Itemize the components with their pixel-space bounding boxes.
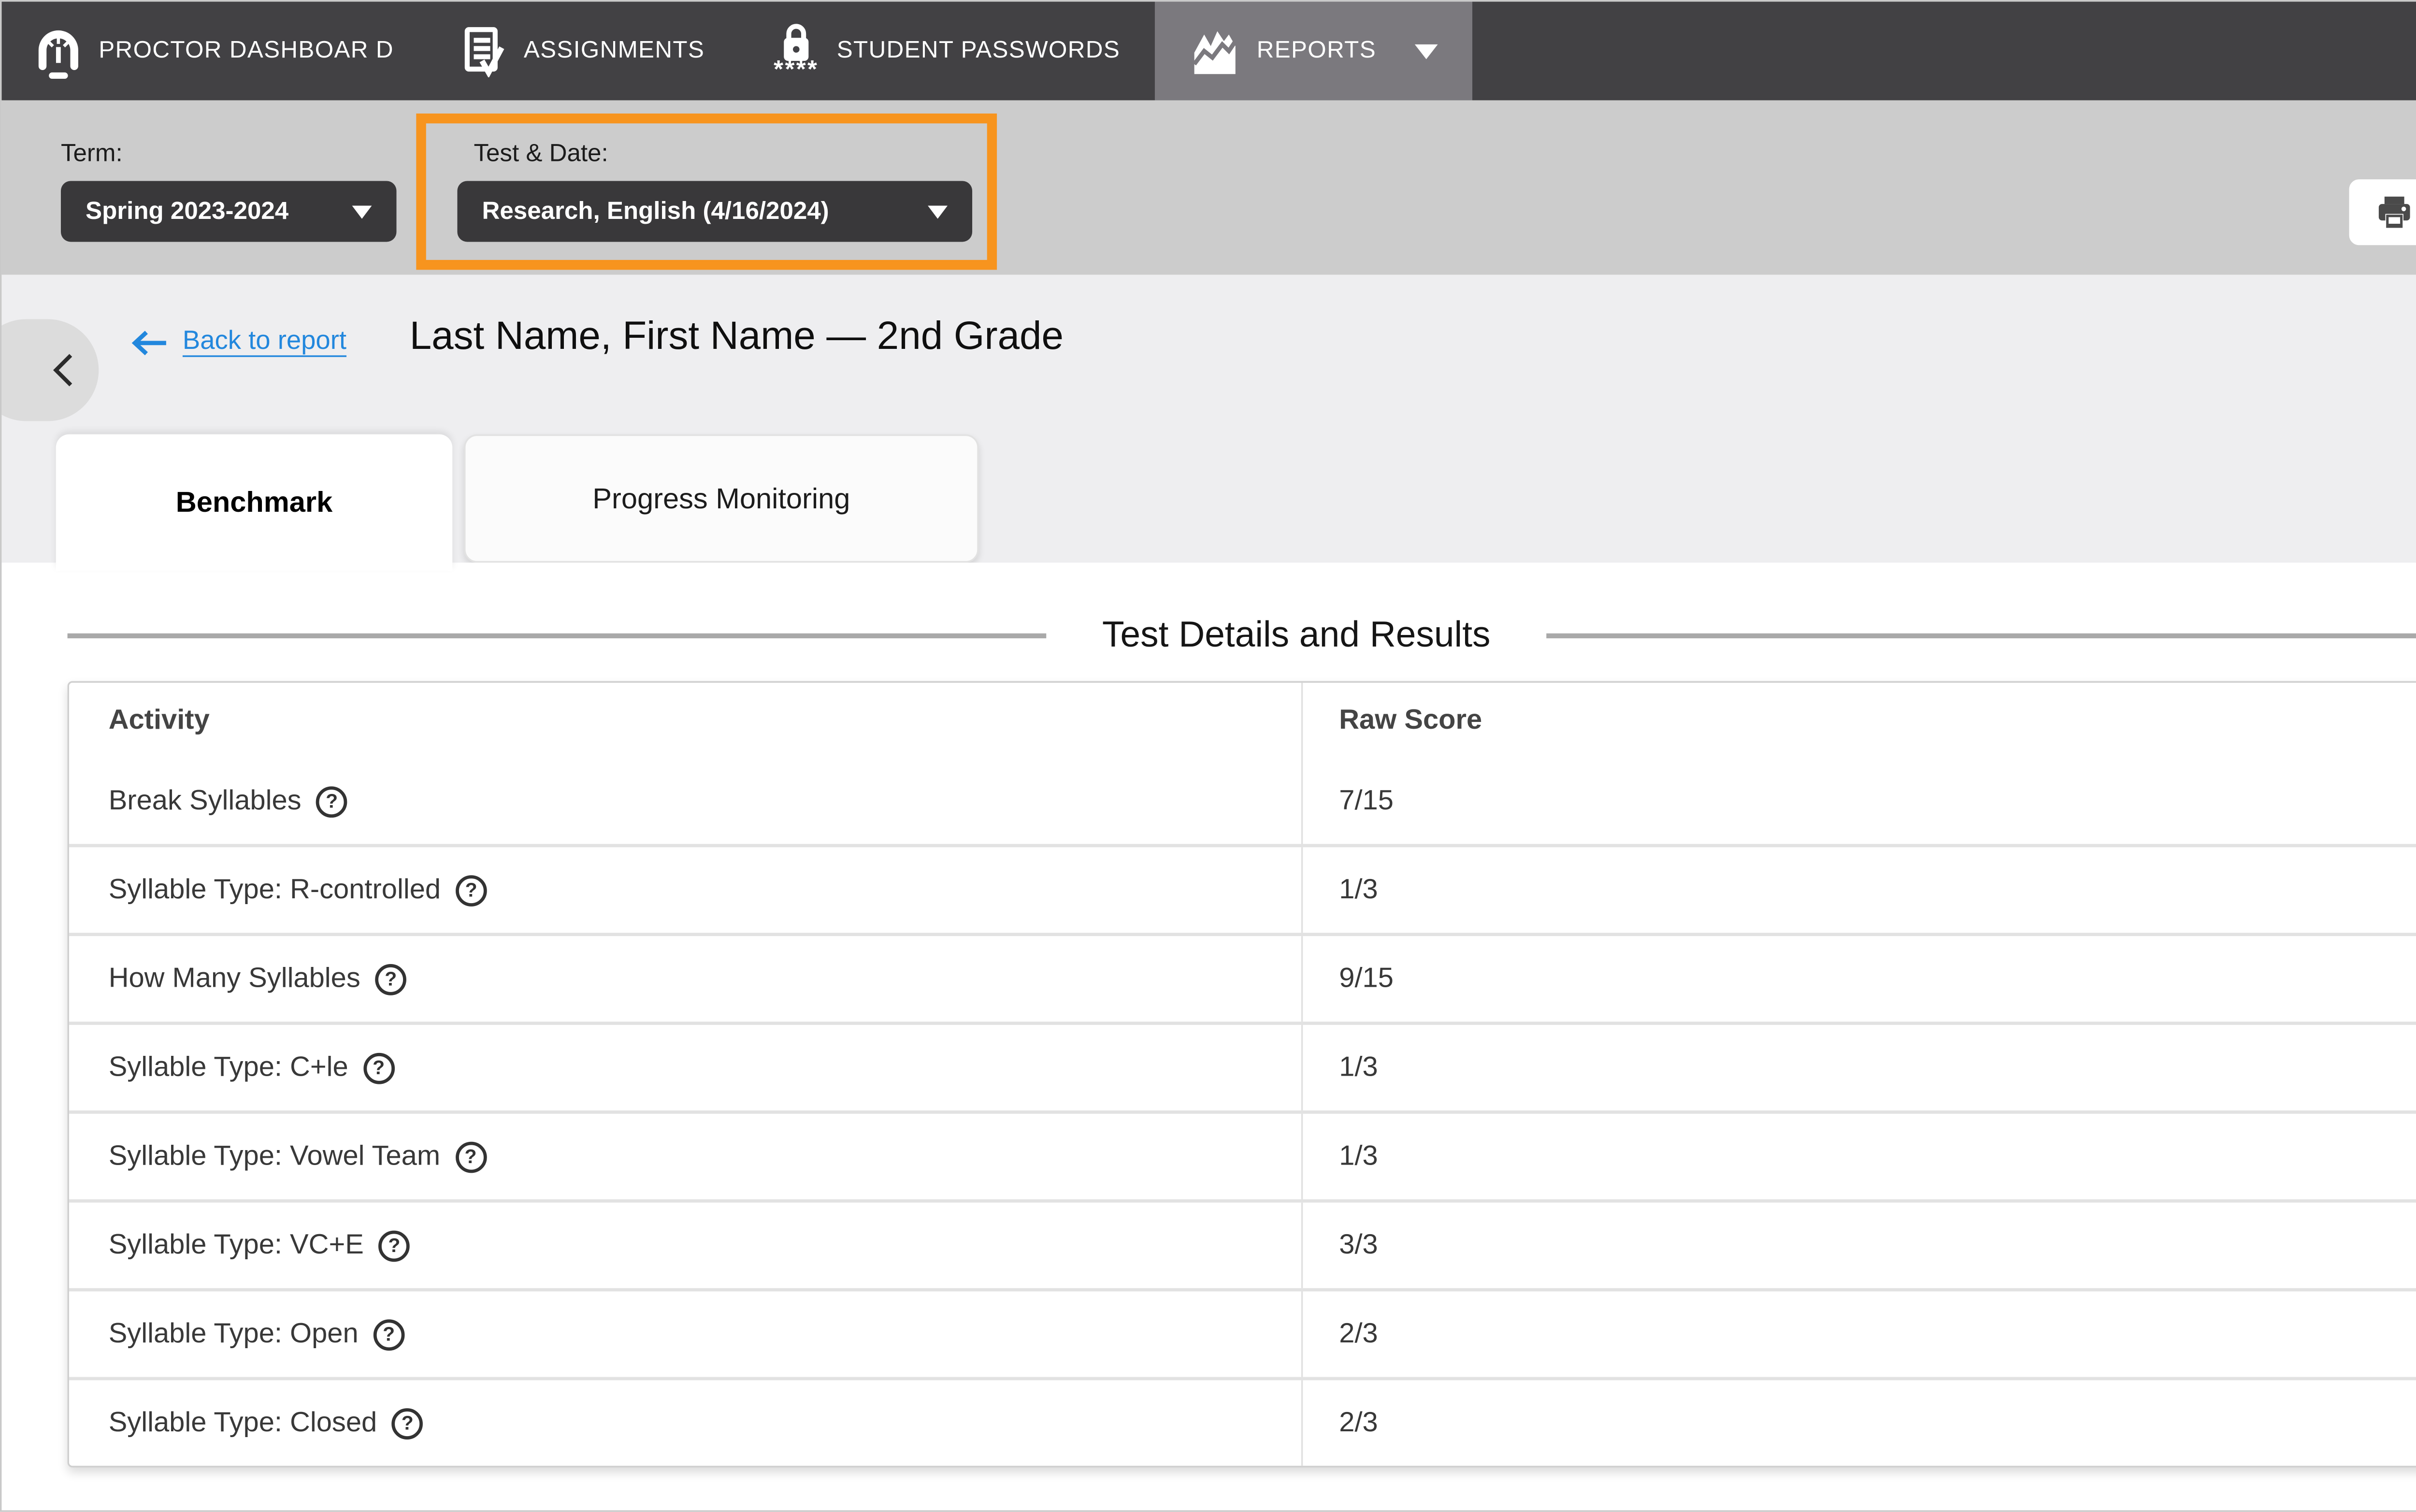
print-icon bbox=[2377, 196, 2412, 229]
section-heading: Test Details and Results bbox=[68, 614, 2416, 657]
chevron-down-icon bbox=[352, 205, 372, 218]
chevron-left-icon bbox=[53, 352, 74, 389]
section-title: Test Details and Results bbox=[1046, 614, 1546, 657]
page: PROCTOR DASHBOAR D ASSIGNMENTS bbox=[0, 0, 2416, 1512]
table-row: How Many Syllables ? 9/15 bbox=[69, 933, 2416, 1022]
lock-icon: **** bbox=[774, 23, 819, 79]
tab-benchmark[interactable]: Benchmark bbox=[56, 434, 452, 571]
test-date-highlight-box: Test & Date: Research, English (4/16/202… bbox=[416, 114, 997, 270]
divider-line bbox=[1546, 633, 2416, 637]
test-date-label: Test & Date: bbox=[474, 140, 987, 168]
table-header-row: Activity Raw Score bbox=[69, 683, 2416, 759]
student-report-title: Last Name, First Name — 2nd Grade bbox=[410, 314, 1064, 360]
raw-score-value: 9/15 bbox=[1301, 936, 2416, 1022]
activity-label: Syllable Type: Vowel Team bbox=[109, 1140, 440, 1173]
help-icon[interactable]: ? bbox=[456, 874, 487, 906]
previous-student-button[interactable] bbox=[0, 319, 99, 421]
password-stars: **** bbox=[774, 64, 819, 79]
back-to-report-link[interactable]: Back to report bbox=[130, 327, 346, 357]
raw-score-value: 1/3 bbox=[1301, 1114, 2416, 1199]
nav-item-reports[interactable]: REPORTS bbox=[1155, 1, 1472, 100]
term-filter-group: Term: Spring 2023-2024 bbox=[61, 140, 397, 242]
filter-bar: Term: Spring 2023-2024 Test & Date: Rese… bbox=[1, 101, 2416, 275]
help-icon[interactable]: ? bbox=[379, 1230, 410, 1261]
activity-label: How Many Syllables bbox=[109, 963, 360, 995]
nav-label: STUDENT PASSWORDS bbox=[837, 38, 1120, 64]
activity-label: Syllable Type: Closed bbox=[109, 1407, 377, 1440]
report-header-row: Back to report Last Name, First Name — 2… bbox=[1, 275, 2416, 426]
table-row: Syllable Type: C+le ? 1/3 bbox=[69, 1022, 2416, 1110]
help-icon[interactable]: ? bbox=[455, 1141, 487, 1172]
term-label: Term: bbox=[61, 140, 397, 168]
nav-item-assignments[interactable]: ASSIGNMENTS bbox=[428, 1, 739, 100]
activity-label: Syllable Type: R-controlled bbox=[109, 874, 441, 907]
raw-score-value: 2/3 bbox=[1301, 1292, 2416, 1377]
test-date-value: Research, English (4/16/2024) bbox=[482, 198, 829, 226]
help-icon[interactable]: ? bbox=[373, 1319, 404, 1350]
activity-label: Syllable Type: Open bbox=[109, 1318, 359, 1351]
table-row: Break Syllables ? 7/15 bbox=[69, 758, 2416, 844]
benchmark-panel: Test Details and Results Activity Raw Sc… bbox=[1, 562, 2416, 1510]
help-icon[interactable]: ? bbox=[392, 1408, 423, 1439]
print-button[interactable]: Print bbox=[2349, 179, 2416, 245]
help-icon[interactable]: ? bbox=[363, 1052, 394, 1083]
table-row: Syllable Type: VC+E ? 3/3 bbox=[69, 1199, 2416, 1288]
nav-label: PROCTOR DASHBOAR D bbox=[99, 38, 394, 64]
help-icon[interactable]: ? bbox=[316, 786, 347, 817]
table-row: Syllable Type: R-controlled ? 1/3 bbox=[69, 844, 2416, 933]
results-table: Activity Raw Score Break Syllables ? 7/1… bbox=[68, 681, 2416, 1467]
table-row: Syllable Type: Open ? 2/3 bbox=[69, 1288, 2416, 1377]
raw-score-value: 1/3 bbox=[1301, 847, 2416, 933]
nav-item-student-passwords[interactable]: **** STUDENT PASSWORDS bbox=[739, 1, 1155, 100]
tab-progress-monitoring[interactable]: Progress Monitoring bbox=[464, 434, 979, 563]
raw-score-value: 3/3 bbox=[1301, 1203, 2416, 1288]
table-row: Syllable Type: Vowel Team ? 1/3 bbox=[69, 1110, 2416, 1199]
term-value: Spring 2023-2024 bbox=[86, 198, 288, 226]
chevron-down-icon bbox=[928, 205, 948, 218]
area-chart-icon bbox=[1189, 27, 1238, 75]
activity-label: Syllable Type: VC+E bbox=[109, 1229, 364, 1262]
top-navbar: PROCTOR DASHBOAR D ASSIGNMENTS bbox=[1, 1, 2416, 100]
column-header-raw-score: Raw Score bbox=[1301, 683, 2416, 759]
column-header-activity: Activity bbox=[69, 683, 1301, 759]
help-icon[interactable]: ? bbox=[375, 963, 406, 994]
chevron-down-icon bbox=[1414, 43, 1437, 58]
raw-score-value: 1/3 bbox=[1301, 1025, 2416, 1110]
activity-label: Break Syllables bbox=[109, 785, 302, 818]
raw-score-value: 2/3 bbox=[1301, 1380, 2416, 1466]
back-link-label: Back to report bbox=[183, 327, 346, 357]
nav-item-proctor-dashboard[interactable]: PROCTOR DASHBOAR D bbox=[1, 1, 428, 100]
activity-label: Syllable Type: C+le bbox=[109, 1051, 348, 1084]
term-dropdown[interactable]: Spring 2023-2024 bbox=[61, 181, 397, 242]
gauge-icon bbox=[36, 24, 81, 78]
nav-label: REPORTS bbox=[1257, 38, 1376, 64]
table-row: Syllable Type: Closed ? 2/3 bbox=[69, 1377, 2416, 1466]
test-date-dropdown[interactable]: Research, English (4/16/2024) bbox=[457, 181, 972, 242]
assignments-icon bbox=[463, 26, 506, 77]
tabs-row: Benchmark Progress Monitoring bbox=[1, 426, 2416, 563]
arrow-left-icon bbox=[130, 328, 168, 356]
divider-line bbox=[68, 633, 1047, 637]
table-body: Break Syllables ? 7/15 Syllable Type: R-… bbox=[69, 758, 2416, 1466]
raw-score-value: 7/15 bbox=[1301, 758, 2416, 844]
report-content: Back to report Last Name, First Name — 2… bbox=[1, 275, 2416, 1511]
nav-label: ASSIGNMENTS bbox=[524, 38, 705, 64]
